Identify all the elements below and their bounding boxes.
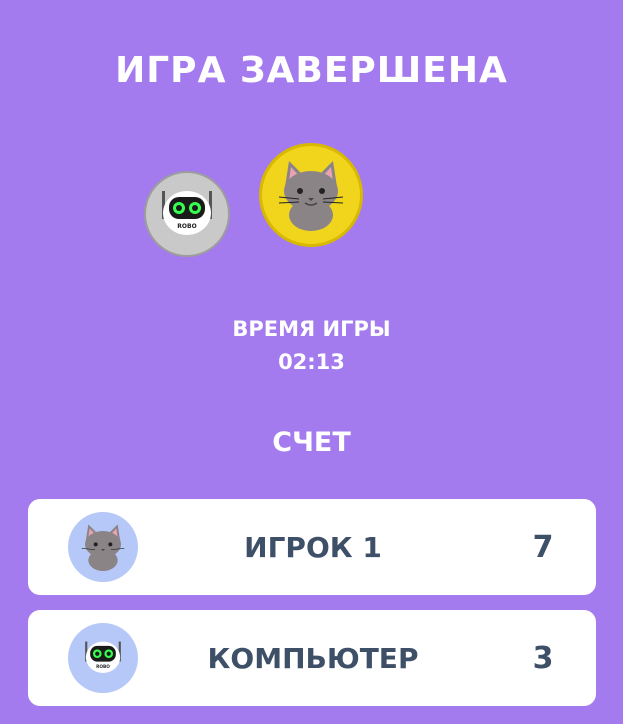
cat-avatar	[259, 143, 363, 247]
game-over-title: ИГРА ЗАВЕРШЕНА	[115, 50, 508, 91]
computer-badge: ROBO	[96, 664, 110, 670]
robot-avatar: ROBO	[144, 171, 230, 257]
game-time-value: 02:13	[278, 350, 345, 374]
score-row-computer: ROBO КОМПЬЮТЕР 3	[28, 610, 596, 706]
score-row-player: ИГРОК 1 7	[28, 499, 596, 595]
cat-icon	[278, 161, 344, 231]
score-title: СЧЕТ	[272, 427, 351, 458]
robot-icon: ROBO	[162, 191, 212, 235]
player-name: ИГРОК 1	[244, 530, 382, 564]
cat-icon	[81, 524, 125, 571]
computer-score: 3	[532, 640, 554, 676]
player-avatar	[68, 512, 138, 582]
computer-avatar: ROBO	[68, 623, 138, 693]
player-score: 7	[532, 529, 554, 565]
robot-badge: ROBO	[177, 223, 196, 230]
computer-name: КОМПЬЮТЕР	[207, 641, 419, 675]
robot-icon: ROBO	[85, 641, 121, 673]
game-time-label: ВРЕМЯ ИГРЫ	[232, 317, 391, 341]
